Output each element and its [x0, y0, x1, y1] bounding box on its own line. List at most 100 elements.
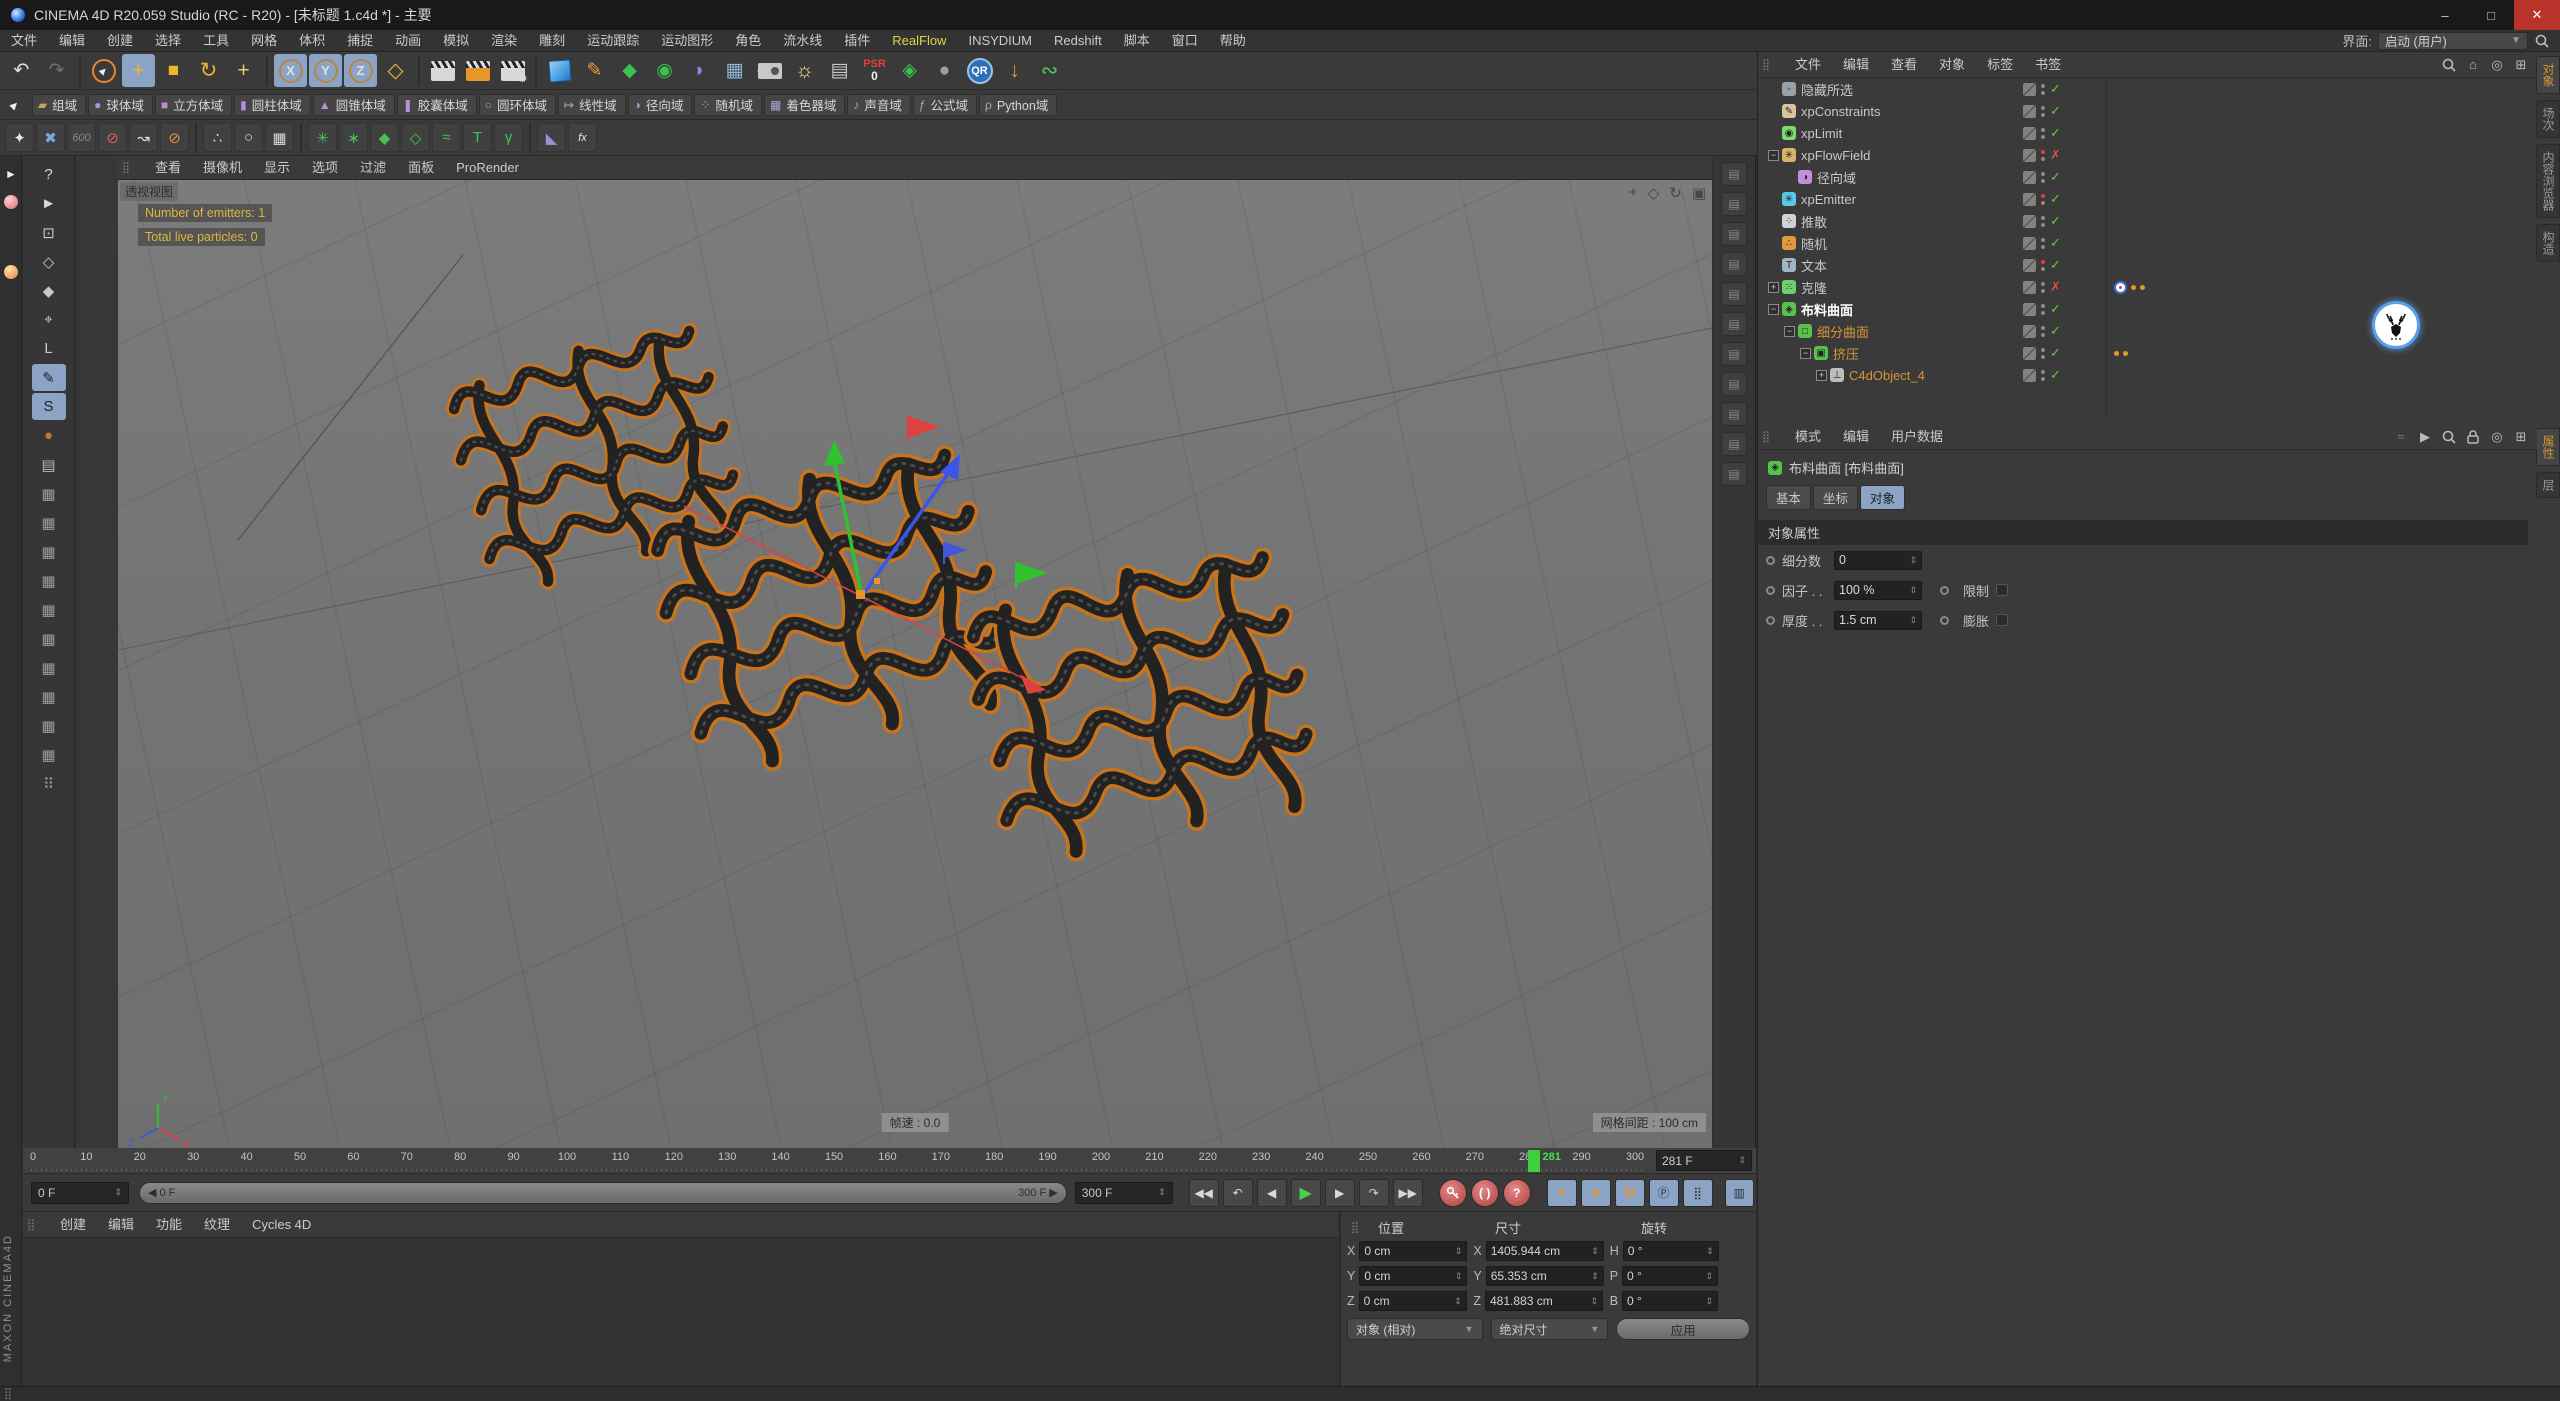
coord-field-旋转-P[interactable]: 0 °⇕	[1622, 1266, 1718, 1286]
goto-end-button[interactable]: ▶▶	[1393, 1179, 1423, 1207]
menu-捕捉[interactable]: 捕捉	[336, 30, 384, 52]
field-button-着色器域[interactable]: ▦着色器域	[764, 94, 845, 116]
attr-menu-模式[interactable]: 模式	[1784, 426, 1832, 448]
om-menu-编辑[interactable]: 编辑	[1832, 54, 1880, 76]
render-settings-button[interactable]: ⚙	[496, 54, 529, 87]
editor-visibility-dot[interactable]	[2041, 128, 2045, 132]
coord-system-button[interactable]: ◇	[379, 54, 412, 87]
material-menu-功能[interactable]: 功能	[145, 1214, 193, 1236]
object-name[interactable]: 推散	[1801, 212, 1827, 231]
om-menu-书签[interactable]: 书签	[2024, 54, 2072, 76]
redo-button[interactable]: ↷	[40, 54, 73, 87]
om-menu-对象[interactable]: 对象	[1928, 54, 1976, 76]
anim-dot-icon[interactable]	[1766, 616, 1775, 625]
render-visibility-dot[interactable]	[2041, 289, 2045, 293]
layer-toggle-icon[interactable]	[2023, 325, 2036, 338]
object-name[interactable]: 克隆	[1801, 278, 1827, 297]
visibility-toggles[interactable]: ✓	[2023, 125, 2061, 141]
object-row-推散[interactable]: ⁘推散✓	[1758, 210, 2537, 232]
field-button-立方体域[interactable]: ■立方体域	[155, 94, 232, 116]
xp-deselect-button[interactable]: ⊘	[98, 123, 127, 152]
anim-dot-icon[interactable]	[1940, 616, 1949, 625]
coord-mode-dropdown[interactable]: 对象 (相对)▼	[1347, 1318, 1483, 1340]
toggle-view-icon[interactable]: ▣	[1692, 184, 1706, 202]
layer-toggle-icon[interactable]	[2023, 215, 2036, 228]
coord-field-旋转-H[interactable]: 0 °⇕	[1623, 1241, 1719, 1261]
om-menu-查看[interactable]: 查看	[1880, 54, 1928, 76]
anim-dot-icon[interactable]	[1766, 556, 1775, 565]
layer-toggle-icon[interactable]	[2023, 83, 2036, 96]
viewport-menu-选项[interactable]: 选项	[301, 157, 349, 179]
限制-checkbox[interactable]	[1996, 584, 2008, 596]
object-name[interactable]: 细分曲面	[1817, 322, 1869, 341]
editor-visibility-dot[interactable]	[2041, 216, 2045, 220]
viewport-menu-查看[interactable]: 查看	[144, 157, 192, 179]
help-button[interactable]: ?	[32, 161, 66, 188]
palette-2-button[interactable]: ▦	[32, 509, 66, 536]
膨胀-checkbox[interactable]	[1996, 614, 2008, 626]
current-frame-marker[interactable]	[1528, 1150, 1540, 1172]
object-row-挤压[interactable]: −▣挤压✓	[1758, 342, 2537, 364]
coord-field-尺寸-Z[interactable]: 481.883 cm⇕	[1485, 1291, 1603, 1311]
zoom-view-icon[interactable]: ◇	[1648, 184, 1660, 202]
menu-Redshift[interactable]: Redshift	[1043, 30, 1113, 52]
object-name[interactable]: 隐藏所选	[1801, 80, 1853, 99]
add-panel-icon[interactable]: ⊞	[2513, 429, 2529, 445]
move-tool-button[interactable]: +	[122, 54, 155, 87]
layer-toggle-icon[interactable]	[2023, 347, 2036, 360]
render-visibility-dot[interactable]	[2041, 267, 2045, 271]
enabled-check-icon[interactable]: ✓	[2050, 81, 2061, 97]
target-icon[interactable]: ◎	[2489, 429, 2505, 445]
cursor-icon[interactable]: ►	[3, 166, 19, 182]
record-keyframe-button[interactable]	[1439, 1179, 1467, 1207]
xp-600-button[interactable]: 600	[67, 123, 96, 152]
range-left-handle[interactable]: ◀ 0 F	[148, 1186, 175, 1199]
xp-tail-button[interactable]: γ	[494, 123, 523, 152]
layout-icon-3[interactable]: ▤	[1721, 222, 1747, 246]
field-button-圆环体域[interactable]: ○圆环体域	[479, 94, 556, 116]
field-button-声音域[interactable]: ♪声音域	[847, 94, 911, 116]
menu-运动图形[interactable]: 运动图形	[650, 30, 724, 52]
attr-tab-坐标[interactable]: 坐标	[1813, 485, 1858, 510]
layout-icon-11[interactable]: ▤	[1721, 462, 1747, 486]
prev-key-button[interactable]: ↶	[1223, 1179, 1253, 1207]
rotate-tool-button[interactable]: ↻	[192, 54, 225, 87]
object-name[interactable]: xpLimit	[1801, 126, 1842, 141]
layer-toggle-icon[interactable]	[2023, 105, 2036, 118]
realflow-bug-button[interactable]: ∾	[1033, 54, 1066, 87]
anim-dot-icon[interactable]	[1940, 586, 1949, 595]
orange-tag-icon[interactable]	[2114, 351, 2119, 356]
om-menu-标签[interactable]: 标签	[1976, 54, 2024, 76]
attr-menu-用户数据[interactable]: 用户数据	[1880, 426, 1954, 448]
camera-objects-button[interactable]	[753, 54, 786, 87]
object-name[interactable]: 文本	[1801, 256, 1827, 275]
layer-toggle-icon[interactable]	[2023, 149, 2036, 162]
grip-icon[interactable]: ⣿	[1762, 430, 1778, 444]
editor-visibility-dot[interactable]	[2041, 172, 2045, 176]
menu-角色[interactable]: 角色	[724, 30, 772, 52]
attributes-tab-层[interactable]: 层	[2536, 472, 2560, 498]
object-name[interactable]: C4dObject_4	[1849, 368, 1925, 383]
menu-帮助[interactable]: 帮助	[1209, 30, 1257, 52]
object-tags[interactable]	[2114, 281, 2145, 294]
coord-field-尺寸-Y[interactable]: 65.353 cm⇕	[1486, 1266, 1604, 1286]
xp-group-button[interactable]: ✖	[36, 123, 65, 152]
field-button-球体域[interactable]: ●球体域	[88, 94, 153, 116]
record-pla-toggle[interactable]: ⣿	[1683, 1179, 1713, 1207]
menu-创建[interactable]: 创建	[96, 30, 144, 52]
texture-mode-button[interactable]: ◇	[32, 248, 66, 275]
expand-icon[interactable]: +	[1816, 370, 1827, 381]
menu-网格[interactable]: 网格	[240, 30, 288, 52]
viewport-menu-面板[interactable]: 面板	[397, 157, 445, 179]
menu-编辑[interactable]: 编辑	[48, 30, 96, 52]
visibility-toggles[interactable]: ✓	[2023, 345, 2061, 361]
live-selection-button[interactable]: ►	[87, 54, 120, 87]
xp-cage-button[interactable]: ◇	[401, 123, 430, 152]
menu-选择[interactable]: 选择	[144, 30, 192, 52]
object-row-克隆[interactable]: +⁙克隆✗	[1758, 276, 2537, 298]
palette-6-button[interactable]: ▦	[32, 625, 66, 652]
object-row-xpEmitter[interactable]: ✳xpEmitter✓	[1758, 188, 2537, 210]
enabled-check-icon[interactable]: ✓	[2050, 103, 2061, 119]
collapse-icon[interactable]: −	[1768, 304, 1779, 315]
add-panel-icon[interactable]: ⊞	[2513, 57, 2529, 73]
